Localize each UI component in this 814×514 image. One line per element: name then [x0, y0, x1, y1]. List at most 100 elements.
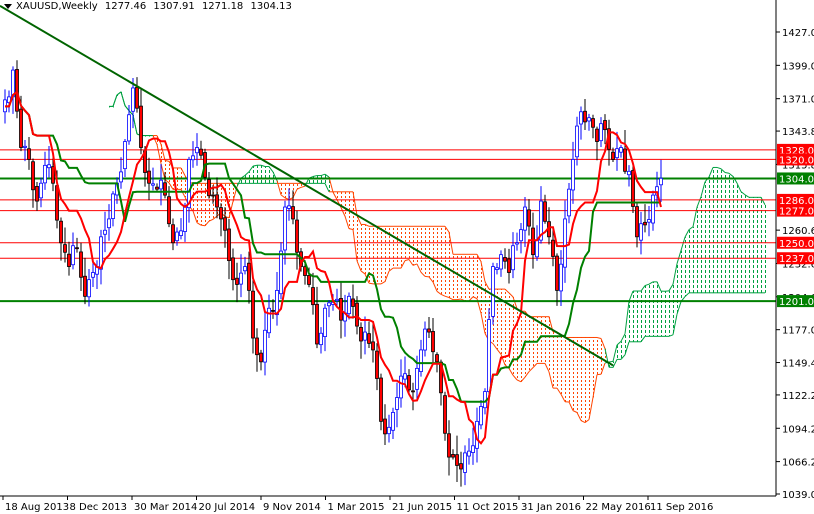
cloud-segment: [395, 226, 399, 269]
candle-up: [43, 164, 47, 184]
candle-down: [219, 207, 223, 220]
cloud-segment: [715, 167, 719, 293]
cloud-segment: [467, 254, 471, 301]
candle-up: [279, 250, 283, 295]
cloud-segment: [551, 331, 555, 389]
candle-down: [507, 258, 511, 273]
candle-up: [123, 141, 127, 170]
candle-up: [495, 267, 499, 270]
cloud-segment: [547, 316, 551, 372]
price-chart[interactable]: 1427.001399.001371.001343.801315.801260.…: [0, 0, 814, 514]
candle-down: [603, 120, 607, 131]
cloud-segment: [475, 254, 479, 299]
price-tick-label: 1260.60: [782, 226, 814, 237]
cloud-segment: [259, 165, 263, 184]
candle-down: [215, 194, 219, 208]
level-price-label: 1320.00: [779, 155, 814, 166]
candles: [3, 60, 663, 487]
candle-up: [499, 254, 503, 270]
cloud-segment: [655, 281, 659, 337]
candle-down: [315, 303, 319, 345]
candle-down: [15, 69, 19, 112]
candle-up: [627, 170, 631, 176]
time-tick-label: 31 Jan 2016: [521, 502, 581, 513]
candle-up: [127, 114, 131, 142]
cloud-segment: [627, 301, 631, 342]
candle-up: [563, 218, 567, 268]
candle-up: [159, 179, 163, 190]
candle-down: [27, 148, 31, 160]
cloud-segment: [559, 335, 563, 395]
candle-up: [651, 194, 655, 224]
level-price-label: 1277.00: [779, 207, 814, 218]
cloud-segment: [527, 316, 531, 372]
cloud-segment: [439, 226, 443, 295]
candle-down: [223, 217, 227, 231]
candle-up: [535, 239, 539, 258]
candle-up: [131, 87, 135, 112]
candle-up: [615, 148, 619, 159]
candle-up: [119, 171, 123, 183]
time-tick-label: 21 Jun 2015: [392, 502, 452, 513]
senkou-b-line: [120, 91, 126, 106]
candle-up: [23, 145, 27, 148]
candle-up: [335, 298, 339, 302]
ichimoku-cloud: [107, 91, 767, 424]
cloud-segment: [579, 337, 583, 421]
candle-up: [463, 452, 467, 473]
candle-down: [163, 182, 167, 196]
cloud-segment: [315, 175, 319, 184]
cloud-segment: [691, 226, 695, 293]
candle-up: [559, 263, 563, 292]
candle-down: [551, 239, 555, 257]
candle-down: [367, 333, 371, 344]
time-tick-label: 11 Oct 2015: [457, 502, 519, 513]
candle-up: [467, 450, 471, 457]
cloud-segment: [731, 176, 735, 293]
cloud-segment: [703, 181, 707, 293]
cloud-segment: [687, 229, 691, 293]
cloud-segment: [659, 291, 663, 337]
candle-up: [263, 329, 267, 363]
candle-down: [427, 328, 431, 333]
symbol-label: XAUUSD,Weekly: [16, 1, 98, 12]
level-price-label: 1250.00: [779, 239, 814, 250]
price-tick-label: 1371.00: [782, 95, 814, 106]
candle-up: [419, 349, 423, 372]
candle-up: [479, 406, 483, 426]
low-value: 1271.18: [201, 1, 244, 12]
close-value: 1304.13: [250, 1, 292, 12]
candle-down: [455, 454, 459, 466]
candle-up: [567, 188, 571, 217]
cloud-segment: [571, 337, 575, 411]
candle-down: [135, 86, 139, 109]
cloud-segment: [399, 226, 403, 269]
cloud-segment: [443, 226, 447, 297]
candle-up: [243, 266, 247, 272]
candle-down: [643, 221, 647, 226]
cloud-segment: [719, 168, 723, 293]
candle-down: [35, 186, 39, 202]
candle-up: [515, 242, 519, 245]
cloud-segment: [159, 144, 163, 164]
dropdown-triangle-icon[interactable]: [4, 3, 12, 9]
candle-down: [63, 244, 67, 253]
high-value: 1307.91: [153, 1, 195, 12]
candle-down: [59, 220, 63, 244]
candle-up: [151, 183, 155, 186]
cloud-segment: [383, 226, 387, 282]
candle-up: [195, 147, 199, 154]
candle-down: [527, 209, 531, 227]
candle-up: [391, 412, 395, 431]
candle-up: [399, 375, 403, 399]
candle-down: [583, 110, 587, 123]
candle-up: [283, 206, 287, 251]
cloud-segment: [319, 175, 323, 184]
candle-up: [579, 111, 583, 125]
candle-down: [247, 262, 251, 291]
candle-up: [91, 272, 95, 278]
cloud-segment: [575, 337, 579, 413]
candle-down: [443, 395, 447, 434]
candle-down: [235, 277, 239, 285]
candle-down: [231, 257, 235, 281]
